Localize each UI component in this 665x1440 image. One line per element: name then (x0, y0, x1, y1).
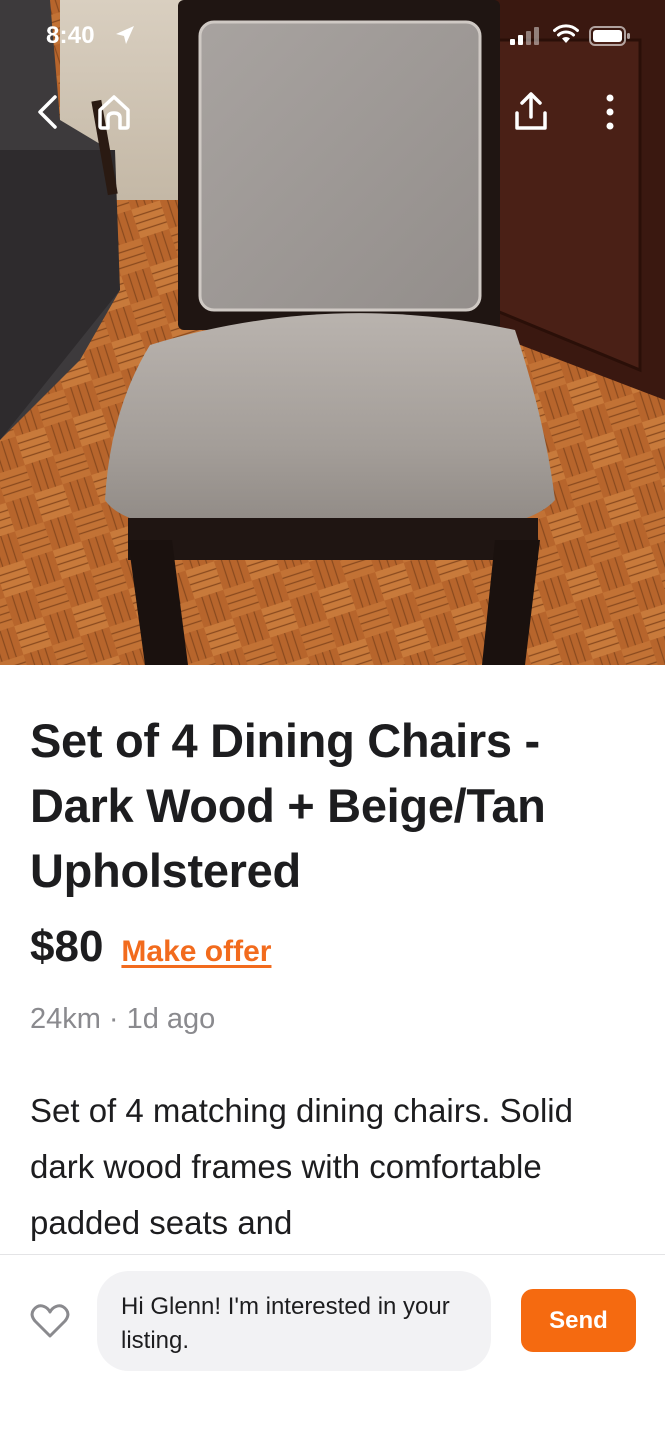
share-icon (515, 92, 547, 130)
message-input[interactable]: Hi Glenn! I'm interested in your listing… (97, 1271, 491, 1371)
back-button[interactable] (24, 88, 72, 136)
cellular-signal-icon (510, 27, 542, 50)
status-time: 8:40 (46, 22, 95, 49)
battery-icon (589, 26, 631, 51)
home-button[interactable] (90, 88, 138, 136)
location-arrow-icon (114, 24, 136, 51)
status-bar: 8:40 (0, 0, 665, 72)
make-offer-link[interactable]: Make offer (121, 935, 271, 969)
listing-title: Set of 4 Dining Chairs - Dark Wood + Bei… (30, 714, 546, 897)
chevron-left-icon (38, 95, 57, 129)
listing-meta: 24km · 1d ago (30, 1003, 215, 1036)
home-icon (98, 95, 130, 130)
listing-photo[interactable]: 8:40 (0, 0, 665, 665)
wifi-icon (553, 23, 579, 50)
price-row: $80 Make offer (30, 922, 271, 982)
message-bar: Hi Glenn! I'm interested in your listing… (0, 1254, 665, 1440)
meta-separator: · (108, 1003, 119, 1035)
heart-icon (30, 1304, 70, 1338)
share-button[interactable] (507, 88, 555, 136)
more-vertical-icon (606, 94, 614, 130)
more-options-button[interactable] (586, 88, 634, 136)
listing-posted-time: 1d ago (126, 1003, 216, 1035)
listing-description: Set of 4 matching dining chairs. Solid d… (30, 1092, 573, 1241)
listing-distance: 24km (30, 1003, 101, 1035)
send-button[interactable]: Send (521, 1289, 636, 1352)
favorite-button[interactable] (26, 1297, 74, 1345)
listing-price: $80 (30, 922, 104, 971)
